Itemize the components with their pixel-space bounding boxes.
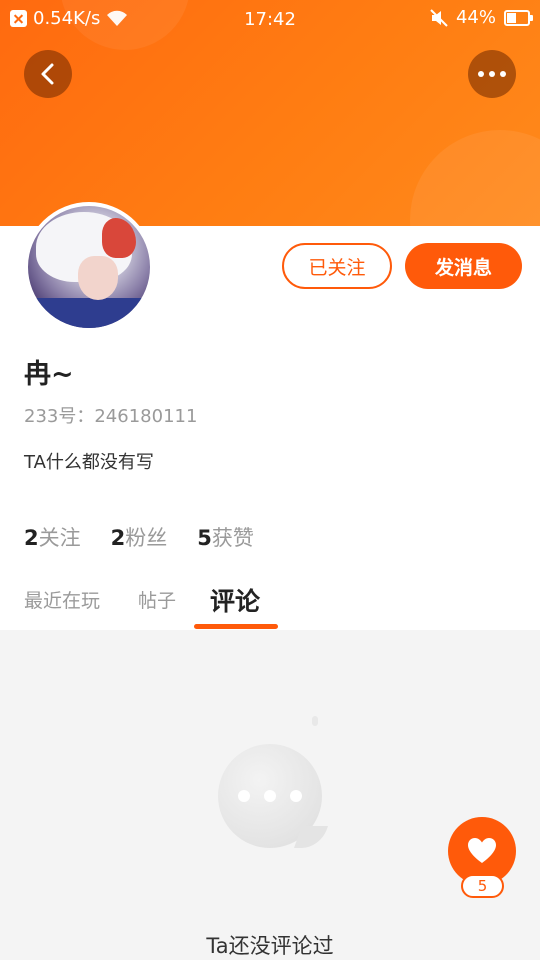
stat-label: 关注 — [38, 526, 81, 550]
battery-icon — [504, 9, 533, 26]
profile-stats: 2关注 2粉丝 5获赞 — [24, 522, 254, 552]
heart-icon — [468, 838, 496, 863]
stat-number: 2 — [24, 526, 39, 550]
stat-followers[interactable]: 2粉丝 — [111, 522, 168, 552]
status-right: 44% — [430, 7, 533, 28]
more-horizontal-icon — [478, 71, 506, 77]
stat-number: 5 — [197, 526, 212, 550]
mute-icon — [430, 8, 448, 27]
tab-posts[interactable]: 帖子 — [138, 586, 176, 613]
tab-comments[interactable]: 评论 — [210, 582, 260, 618]
battery-percent: 44% — [455, 7, 496, 28]
stat-likes[interactable]: 5获赞 — [197, 522, 254, 552]
status-bar: 0.54K/s 17:42 44% — [0, 0, 540, 40]
chevron-left-icon — [41, 63, 54, 85]
sparkle-decoration — [312, 716, 318, 726]
chat-bubble-dots — [238, 790, 302, 802]
battery-fill — [507, 12, 516, 23]
send-message-button[interactable]: 发消息 — [405, 243, 522, 289]
empty-state-text: Ta还没评论过 — [206, 934, 334, 958]
banner-decoration — [410, 130, 540, 226]
stat-number: 2 — [110, 526, 126, 550]
more-button[interactable] — [468, 50, 516, 98]
followed-button[interactable]: 已关注 — [282, 243, 392, 289]
stat-label: 获赞 — [211, 526, 254, 550]
profile-header-banner: 0.54K/s 17:42 44% — [0, 0, 540, 226]
user-id: 233号：246180111 — [24, 406, 198, 427]
stat-label: 粉丝 — [125, 526, 168, 550]
active-tab-indicator — [194, 624, 278, 629]
user-bio: TA什么都没有写 — [24, 452, 154, 473]
back-button[interactable] — [24, 50, 72, 98]
avatar[interactable] — [24, 202, 154, 332]
stat-following[interactable]: 2关注 — [24, 522, 81, 552]
tab-recently-played[interactable]: 最近在玩 — [24, 586, 100, 613]
like-count-badge: 5 — [461, 874, 504, 898]
user-name: 冉~ — [24, 359, 74, 390]
